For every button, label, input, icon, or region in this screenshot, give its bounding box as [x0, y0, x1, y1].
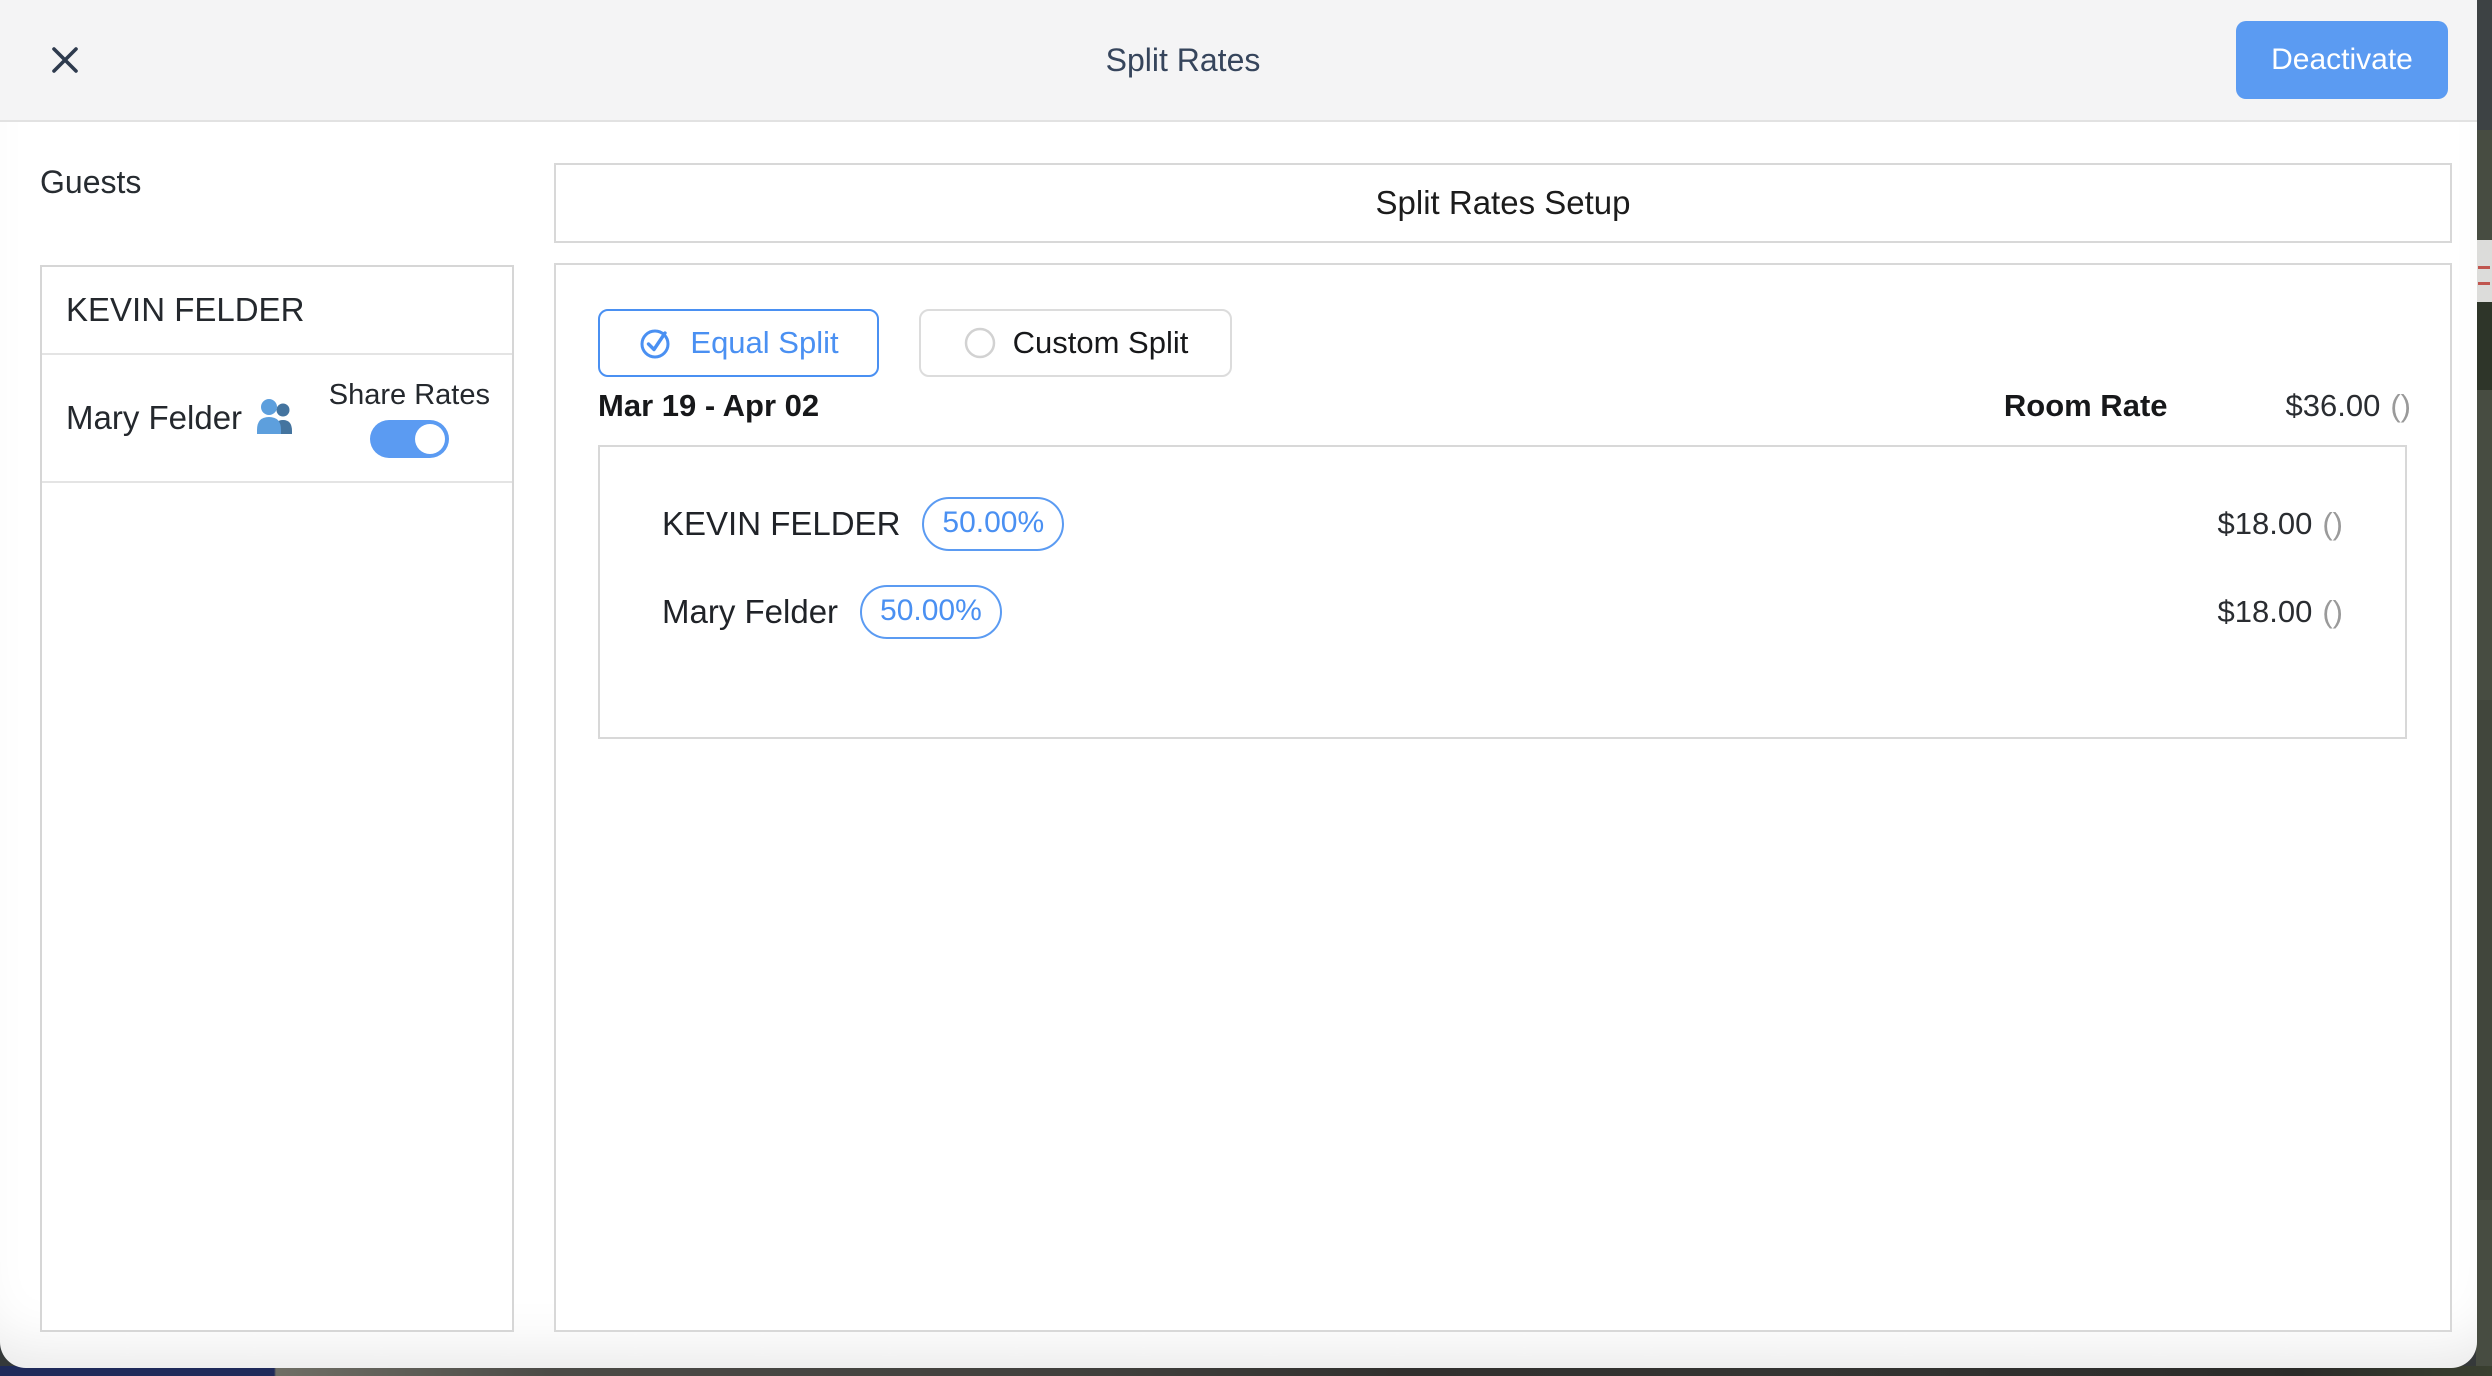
date-range: Mar 19 - Apr 02 — [598, 388, 819, 424]
setup-heading: Split Rates Setup — [1376, 184, 1631, 222]
split-amount: $18.00 — [2218, 506, 2313, 542]
setup-panel: Equal Split Custom Split Mar 19 - Apr 02… — [554, 263, 2452, 1332]
split-guest-name: Mary Felder — [662, 593, 838, 631]
guest-row-secondary: Mary Felder Share Rates — [42, 355, 512, 483]
split-percent-pill[interactable]: 50.00% — [860, 585, 1002, 639]
split-amount-suffix: () — [2322, 594, 2343, 630]
period-row: Mar 19 - Apr 02 Room Rate $36.00 () — [598, 381, 2411, 431]
people-icon — [254, 398, 298, 444]
room-rate-value: $36.00 — [2286, 388, 2381, 424]
guests-heading: Guests — [40, 164, 141, 201]
guest-split-row: Mary Felder 50.00% $18.00 () — [662, 583, 2343, 641]
primary-guest-name: KEVIN FELDER — [66, 291, 304, 329]
split-amount-suffix: () — [2322, 506, 2343, 542]
radio-circle-icon — [963, 326, 997, 360]
guest-row-primary: KEVIN FELDER — [42, 267, 512, 355]
custom-split-label: Custom Split — [1013, 325, 1189, 361]
guest-split-row: KEVIN FELDER 50.00% $18.00 () — [662, 495, 2343, 553]
guests-panel: KEVIN FELDER Mary Felder Share Rates — [40, 265, 514, 1332]
split-mode-buttons: Equal Split Custom Split — [598, 309, 1232, 377]
room-rate-suffix: () — [2390, 388, 2411, 424]
deactivate-button[interactable]: Deactivate — [2236, 21, 2448, 99]
toggle-knob — [415, 424, 445, 454]
split-percent-pill[interactable]: 50.00% — [922, 497, 1064, 551]
share-rates-toggle[interactable] — [370, 420, 449, 458]
split-guest-name: KEVIN FELDER — [662, 505, 900, 543]
modal-topbar: Split Rates Deactivate — [0, 0, 2477, 122]
equal-split-label: Equal Split — [690, 325, 838, 361]
guest-splits-box: KEVIN FELDER 50.00% $18.00 () Mary Felde… — [598, 445, 2407, 739]
room-rate-label: Room Rate — [2004, 388, 2168, 424]
split-amount: $18.00 — [2218, 594, 2313, 630]
modal-title: Split Rates — [130, 42, 2236, 79]
share-rates-label: Share Rates — [329, 379, 490, 412]
split-rates-modal: Split Rates Deactivate Guests KEVIN FELD… — [0, 0, 2477, 1368]
background-page-strip — [2476, 0, 2492, 1376]
close-button[interactable] — [0, 41, 130, 79]
secondary-guest-name: Mary Felder — [66, 399, 242, 437]
custom-split-button[interactable]: Custom Split — [919, 309, 1232, 377]
check-circle-icon — [638, 325, 674, 361]
equal-split-button[interactable]: Equal Split — [598, 309, 879, 377]
setup-header: Split Rates Setup — [554, 163, 2452, 243]
close-icon — [46, 41, 84, 79]
